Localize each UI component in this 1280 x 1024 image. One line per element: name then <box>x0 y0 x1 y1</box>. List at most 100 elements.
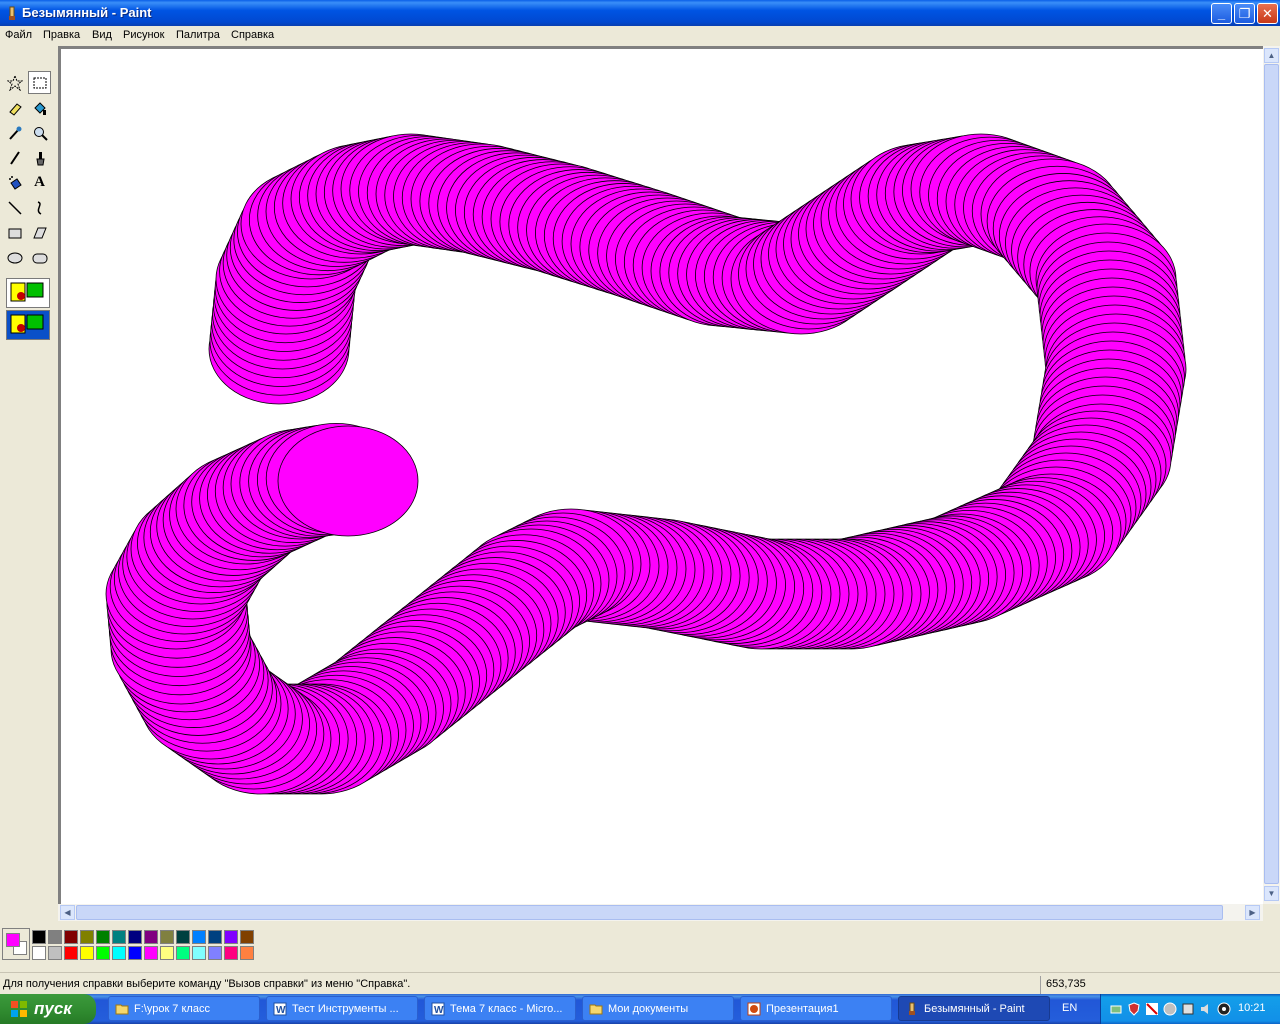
paint-icon <box>909 1002 915 1015</box>
palette-swatch[interactable] <box>128 930 142 944</box>
scroll-left-button[interactable]: ◀ <box>60 905 75 920</box>
drawing-canvas[interactable] <box>61 49 1264 904</box>
rectangle-tool[interactable] <box>3 221 26 244</box>
palette-swatch[interactable] <box>224 930 238 944</box>
antivirus-icon[interactable] <box>1145 1002 1159 1016</box>
palette-swatch[interactable] <box>32 946 46 960</box>
volume-icon[interactable] <box>1199 1002 1213 1016</box>
horizontal-scroll-thumb[interactable] <box>76 905 1223 920</box>
task-paint[interactable]: Безымянный - Paint <box>898 996 1050 1021</box>
rect-select-tool[interactable] <box>28 71 51 94</box>
text-tool[interactable]: A <box>28 171 51 194</box>
speaker-icon[interactable] <box>1163 1002 1177 1016</box>
palette-swatch[interactable] <box>240 946 254 960</box>
free-select-tool[interactable] <box>3 71 26 94</box>
fill-option-outline[interactable] <box>6 278 50 308</box>
airbrush-tool[interactable] <box>3 171 26 194</box>
status-help-text: Для получения справки выберите команду "… <box>3 978 411 990</box>
palette-swatch[interactable] <box>208 946 222 960</box>
magenta-ellipse-trail <box>105 133 1187 795</box>
eraser-tool[interactable] <box>3 96 26 119</box>
palette-swatch[interactable] <box>112 946 126 960</box>
menu-edit[interactable]: Правка <box>43 29 80 41</box>
airbrush-icon <box>8 175 22 190</box>
polygon-tool[interactable] <box>28 221 51 244</box>
start-label: пуск <box>34 999 72 1018</box>
palette-swatch[interactable] <box>176 930 190 944</box>
status-bar: Для получения справки выберите команду "… <box>0 972 1280 995</box>
scroll-up-button[interactable]: ▲ <box>1264 48 1279 63</box>
palette-swatch[interactable] <box>48 930 62 944</box>
palette-swatch[interactable] <box>32 930 46 944</box>
palette-swatch[interactable] <box>80 946 94 960</box>
palette-swatch[interactable] <box>224 946 238 960</box>
scroll-right-button[interactable]: ▶ <box>1245 905 1260 920</box>
palette-swatch[interactable] <box>192 930 206 944</box>
palette-swatch[interactable] <box>160 930 174 944</box>
task-presentation[interactable]: Презентация1 <box>740 996 892 1021</box>
canvas-area <box>58 46 1264 904</box>
svg-text:W: W <box>276 1005 286 1016</box>
minimize-button[interactable]: _ <box>1211 3 1232 24</box>
palette-swatch[interactable] <box>192 946 206 960</box>
primary-color-swatch[interactable] <box>6 933 20 947</box>
scroll-down-button[interactable]: ▼ <box>1264 886 1279 901</box>
rounded-rectangle-icon <box>32 253 47 263</box>
palette-swatch[interactable] <box>112 930 126 944</box>
eyedropper-icon <box>8 126 21 140</box>
palette-swatch[interactable] <box>96 946 110 960</box>
task-label: Тест Инструменты ... <box>292 1003 399 1015</box>
task-folder-urok[interactable]: F:\урок 7 класс <box>108 996 260 1021</box>
ellipse-tool[interactable] <box>3 246 26 269</box>
task-word-test[interactable]: W Тест Инструменты ... <box>266 996 418 1021</box>
menu-help[interactable]: Справка <box>231 29 274 41</box>
rounded-rectangle-tool[interactable] <box>28 246 51 269</box>
filled-fill-icon <box>10 314 44 334</box>
menu-image[interactable]: Рисунок <box>123 29 165 41</box>
restore-button[interactable]: ❐ <box>1234 3 1255 24</box>
shield-icon[interactable] <box>1127 1002 1141 1016</box>
horizontal-scrollbar[interactable]: ◀ ▶ <box>58 904 1263 921</box>
palette-swatch[interactable] <box>64 946 78 960</box>
color-picker-tool[interactable] <box>3 121 26 144</box>
color-palette <box>0 922 1280 970</box>
curve-icon <box>37 200 41 215</box>
task-label: Мои документы <box>608 1003 689 1015</box>
fill-tool[interactable] <box>28 96 51 119</box>
fill-option-filled[interactable] <box>6 310 50 340</box>
menu-file[interactable]: Файл <box>5 29 32 41</box>
palette-swatch[interactable] <box>128 946 142 960</box>
vertical-scrollbar[interactable]: ▲ ▼ <box>1263 46 1280 904</box>
pencil-icon <box>9 150 20 165</box>
task-my-documents[interactable]: Мои документы <box>582 996 734 1021</box>
palette-swatch[interactable] <box>208 930 222 944</box>
curve-tool[interactable] <box>28 196 51 219</box>
palette-swatch[interactable] <box>160 946 174 960</box>
window-title: Безымянный - Paint <box>22 5 152 20</box>
start-button[interactable]: пуск <box>0 994 96 1024</box>
language-indicator[interactable]: EN <box>1062 1002 1077 1014</box>
close-button[interactable]: ✕ <box>1257 3 1278 24</box>
wireless-icon[interactable] <box>1217 1002 1231 1016</box>
task-label: Безымянный - Paint <box>924 1003 1025 1015</box>
palette-swatch[interactable] <box>144 946 158 960</box>
menu-palette[interactable]: Палитра <box>176 29 220 41</box>
palette-swatch[interactable] <box>48 946 62 960</box>
safely-remove-icon[interactable] <box>1181 1002 1195 1016</box>
magnifier-tool[interactable] <box>28 121 51 144</box>
palette-swatch[interactable] <box>64 930 78 944</box>
palette-swatch[interactable] <box>80 930 94 944</box>
palette-swatch[interactable] <box>240 930 254 944</box>
vertical-scroll-thumb[interactable] <box>1264 64 1279 884</box>
brush-tool[interactable] <box>28 146 51 169</box>
title-bar: Безымянный - Paint _ ❐ ✕ <box>0 0 1280 26</box>
palette-swatch[interactable] <box>144 930 158 944</box>
task-word-tema[interactable]: W Тема 7 класс - Micro... <box>424 996 576 1021</box>
line-tool[interactable] <box>3 196 26 219</box>
network-icon[interactable] <box>1109 1002 1123 1016</box>
palette-swatch[interactable] <box>96 930 110 944</box>
eraser-icon <box>8 102 22 116</box>
palette-swatch[interactable] <box>176 946 190 960</box>
pencil-tool[interactable] <box>3 146 26 169</box>
menu-view[interactable]: Вид <box>92 29 112 41</box>
